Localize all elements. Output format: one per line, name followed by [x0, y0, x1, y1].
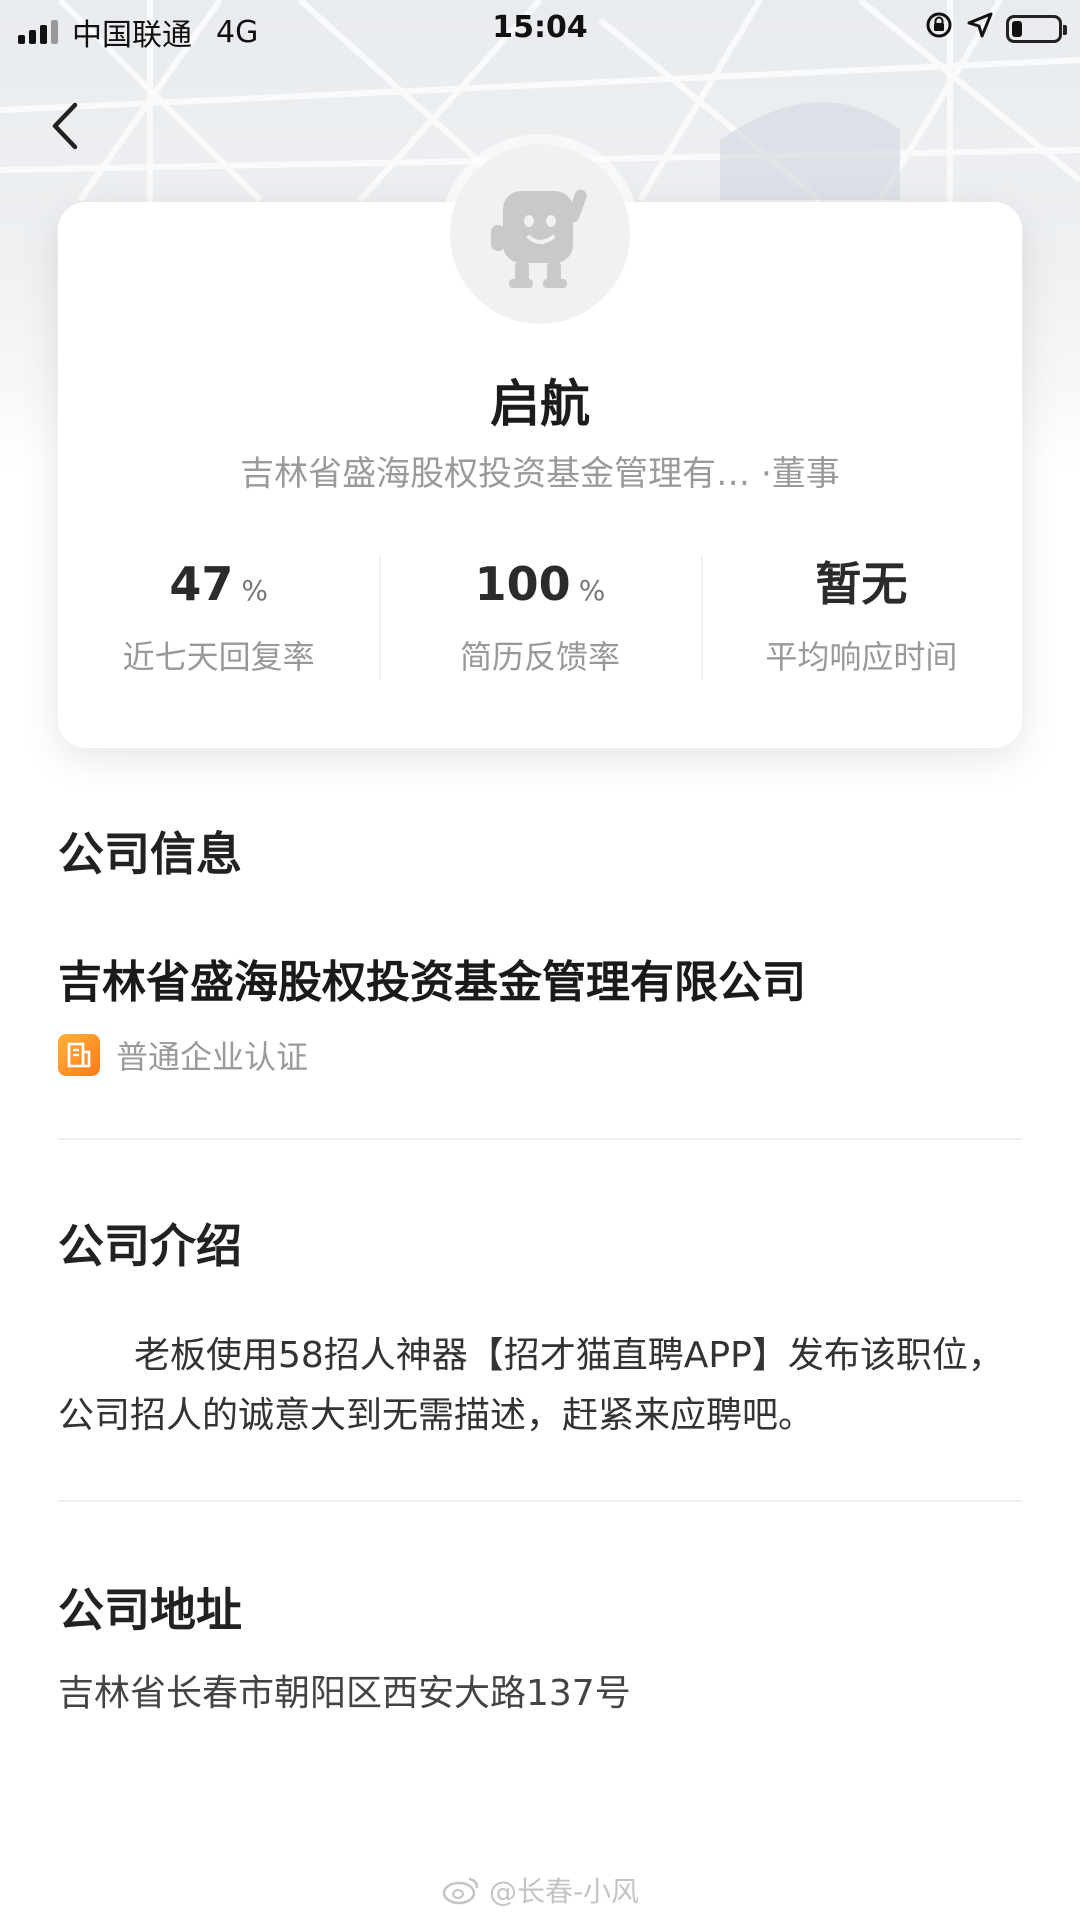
certification-label: 普通企业认证	[116, 1038, 309, 1076]
status-bar: 中国联通 4G 15:04	[0, 0, 1080, 56]
divider	[58, 1138, 1022, 1140]
stat-unit: %	[578, 574, 606, 607]
company-address-heading: 公司地址	[58, 1583, 242, 1637]
weibo-watermark: @长春-小风	[0, 1870, 1080, 1910]
weibo-icon	[442, 1877, 479, 1905]
stat-number: 暂无	[815, 557, 908, 611]
building-icon	[58, 1034, 100, 1076]
status-right	[924, 10, 1067, 48]
lock-rotation-icon	[924, 10, 954, 48]
stat-reply-rate: 47% 近七天回复率	[58, 552, 379, 682]
stat-value: 暂无	[701, 552, 1022, 616]
stat-resume-feedback-rate: 100% 简历反馈率	[379, 552, 700, 682]
recruiter-name: 启航	[490, 375, 590, 433]
location-arrow-icon	[966, 11, 994, 47]
stat-label: 近七天回复率	[122, 638, 315, 676]
company-name[interactable]: 吉林省盛海股权投资基金管理有限公司	[58, 946, 806, 1010]
stat-number: 47	[169, 557, 234, 611]
back-button[interactable]	[40, 96, 90, 156]
chevron-left-icon	[52, 102, 78, 150]
company-info-heading: 公司信息	[58, 827, 242, 881]
company-address[interactable]: 吉林省长春市朝阳区西安大路137号	[58, 1664, 631, 1716]
watermark-text: @长春-小风	[488, 1875, 640, 1908]
avatar[interactable]	[450, 144, 630, 324]
stat-number: 100	[474, 557, 571, 611]
stat-label: 简历反馈率	[459, 638, 620, 676]
divider	[58, 1500, 1022, 1502]
certification-badge: 普通企业认证	[58, 1032, 308, 1078]
stat-avg-response-time: 暂无 平均响应时间	[700, 552, 1022, 682]
status-time: 15:04	[492, 10, 588, 45]
battery-icon	[1006, 15, 1067, 43]
stat-value: 47%	[58, 552, 379, 616]
stat-value: 100%	[379, 552, 700, 616]
company-intro-text: 老板使用58招人神器【招才猫直聘APP】发布该职位，公司招人的诚意大到无需描述，…	[58, 1335, 1004, 1436]
company-intro-heading: 公司介绍	[58, 1219, 242, 1273]
stats-row: 47% 近七天回复率 100% 简历反馈率 暂无 平均响应时间	[58, 552, 1022, 682]
stat-label: 平均响应时间	[765, 638, 958, 676]
recruiter-company-title: 吉林省盛海股权投资基金管理有… ·董事	[240, 454, 840, 494]
stat-unit: %	[241, 574, 268, 607]
mascot-avatar-icon	[491, 189, 587, 288]
